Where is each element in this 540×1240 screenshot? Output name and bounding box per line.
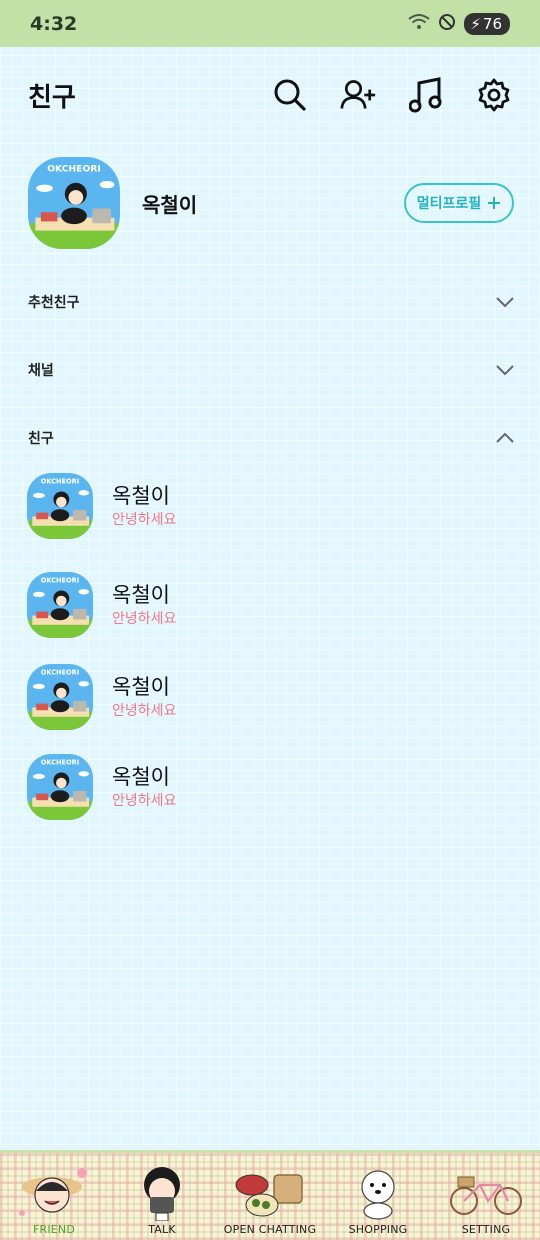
chevron-down-icon — [496, 365, 514, 376]
friend-list-item[interactable]: 옥철이 안녕하세요 — [27, 664, 513, 730]
friend-avatar[interactable] — [27, 473, 93, 539]
nav-tab-talk[interactable]: TALK — [108, 1152, 216, 1240]
friend-avatar[interactable] — [27, 572, 93, 638]
battery-level: 76 — [482, 14, 502, 33]
nav-label: SETTING — [461, 1223, 511, 1236]
nav-tab-shopping[interactable]: SHOPPING — [324, 1152, 432, 1240]
friend-avatar[interactable] — [27, 754, 93, 820]
my-avatar[interactable] — [28, 157, 120, 249]
gear-icon — [478, 78, 510, 112]
friend-status-message: 안녕하세요 — [112, 610, 177, 627]
friend-name: 옥철이 — [112, 764, 170, 789]
nav-tab-friend[interactable]: FRIEND — [0, 1152, 108, 1240]
section-label: 채널 — [28, 363, 54, 379]
chevron-down-icon — [496, 297, 514, 308]
plus-icon — [488, 197, 501, 209]
friend-status-message: 안녕하세요 — [112, 792, 177, 809]
nav-label: OPEN CHATTING — [223, 1223, 317, 1236]
page-title: 친구 — [28, 82, 76, 113]
section-label: 추천친구 — [28, 295, 80, 311]
nav-label: TALK — [148, 1223, 176, 1236]
friend-list-item[interactable]: 옥철이 안녕하세요 — [27, 572, 513, 638]
search-icon — [274, 79, 306, 111]
nav-label: SHOPPING — [348, 1223, 408, 1236]
music-button[interactable] — [408, 77, 444, 113]
nav-tab-open-chatting[interactable]: OPEN CHATTING — [216, 1152, 324, 1240]
header: 친구 — [0, 60, 540, 130]
section-label: 친구 — [28, 431, 54, 447]
section-channels[interactable]: 채널 — [28, 350, 514, 390]
settings-button[interactable] — [476, 77, 512, 113]
wifi-icon — [408, 13, 430, 35]
nav-tab-setting[interactable]: SETTING — [432, 1152, 540, 1240]
friend-list-item[interactable]: 옥철이 안녕하세요 — [27, 754, 513, 820]
friend-name: 옥철이 — [112, 483, 170, 508]
section-recommended[interactable]: 추천친구 — [28, 282, 514, 322]
friend-name: 옥철이 — [112, 674, 170, 699]
friend-list-item[interactable]: 옥철이 안녕하세요 — [27, 473, 513, 539]
my-profile[interactable]: 옥철이 멀티프로필 — [28, 156, 514, 250]
friend-status-message: 안녕하세요 — [112, 702, 177, 719]
talk-character-icon — [144, 1167, 180, 1221]
multi-profile-label: 멀티프로필 — [416, 195, 482, 211]
add-friend-button[interactable] — [340, 77, 376, 113]
status-icons: ⚡ 76 — [408, 12, 510, 35]
music-icon — [409, 77, 442, 113]
search-button[interactable] — [272, 77, 308, 113]
friend-name: 옥철이 — [112, 582, 170, 607]
bottom-navigation: FRIEND TALK OPEN CHATTING SHOPPING SETTI… — [0, 1150, 540, 1240]
multi-profile-button[interactable]: 멀티프로필 — [404, 183, 514, 223]
status-time: 4:32 — [30, 12, 78, 35]
status-bar: 4:32 ⚡ 76 — [0, 0, 540, 47]
picnic-food-icon — [235, 1174, 303, 1217]
battery-indicator: ⚡ 76 — [464, 12, 510, 35]
puppy-icon — [361, 1170, 395, 1220]
header-actions — [272, 77, 512, 113]
chevron-up-icon — [496, 432, 514, 443]
do-not-disturb-icon — [438, 13, 456, 35]
friend-status-message: 안녕하세요 — [112, 511, 177, 528]
friend-avatar[interactable] — [27, 664, 93, 730]
friend-character-icon — [19, 1168, 87, 1216]
nav-label: FRIEND — [32, 1223, 76, 1236]
section-friends[interactable]: 친구 — [28, 418, 514, 458]
bicycle-icon — [450, 1176, 522, 1215]
add-friend-icon — [340, 80, 376, 109]
charging-icon: ⚡ — [470, 14, 481, 33]
my-profile-name: 옥철이 — [142, 192, 198, 217]
